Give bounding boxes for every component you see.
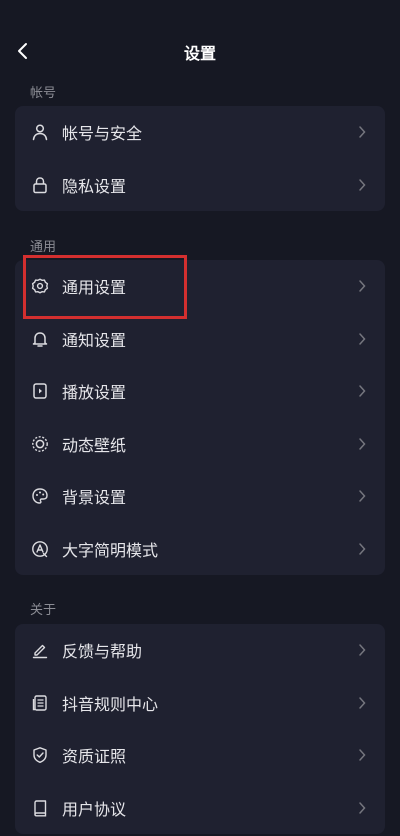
settings-item-large-text-mode[interactable]: 大字简明模式 (15, 523, 385, 576)
lock-icon (30, 175, 50, 195)
section-label-general: 通用 (30, 240, 57, 255)
live-wallpaper-icon (30, 434, 50, 454)
settings-item-live-wallpaper[interactable]: 动态壁纸 (15, 418, 385, 471)
page-title: 设置 (183, 44, 216, 63)
chevron-right-icon (357, 332, 367, 346)
settings-item-background[interactable]: 背景设置 (15, 470, 385, 523)
settings-item-label: 资质证照 (62, 747, 127, 767)
shield-check-icon (30, 745, 50, 765)
book-icon (30, 798, 50, 818)
settings-item-label: 大字简明模式 (62, 540, 159, 560)
chevron-right-icon (357, 696, 367, 710)
settings-item-privacy[interactable]: 隐私设置 (15, 159, 385, 212)
settings-item-notifications[interactable]: 通知设置 (15, 313, 385, 366)
section-label-account: 帐号 (30, 86, 57, 101)
chevron-right-icon (357, 643, 367, 657)
settings-item-label: 用户协议 (62, 799, 127, 819)
settings-item-user-agreement[interactable]: 用户协议 (15, 782, 385, 835)
settings-item-label: 隐私设置 (62, 176, 127, 196)
settings-item-account-security[interactable]: 帐号与安全 (15, 106, 385, 159)
settings-item-playback[interactable]: 播放设置 (15, 365, 385, 418)
settings-card-about: 反馈与帮助 抖音规则中心 资质证照 用户协议 (15, 624, 385, 834)
settings-item-rules-center[interactable]: 抖音规则中心 (15, 677, 385, 730)
document-icon (30, 693, 50, 713)
settings-item-qualifications[interactable]: 资质证照 (15, 729, 385, 782)
bell-icon (30, 329, 50, 349)
user-icon (30, 122, 50, 142)
chevron-right-icon (357, 437, 367, 451)
settings-item-label: 播放设置 (62, 383, 127, 403)
edit-icon (30, 640, 50, 660)
settings-item-feedback[interactable]: 反馈与帮助 (15, 624, 385, 677)
settings-item-label: 反馈与帮助 (62, 642, 143, 662)
chevron-right-icon (357, 542, 367, 556)
chevron-right-icon (357, 279, 367, 293)
chevron-right-icon (357, 748, 367, 762)
large-text-icon (30, 539, 50, 559)
chevron-right-icon (357, 125, 367, 139)
settings-item-label: 帐号与安全 (62, 124, 143, 144)
palette-icon (30, 486, 50, 506)
settings-card-account: 帐号与安全 隐私设置 (15, 106, 385, 211)
highlight-box (23, 255, 187, 319)
chevron-right-icon (357, 489, 367, 503)
section-label-about: 关于 (30, 603, 57, 618)
chevron-right-icon (357, 178, 367, 192)
settings-item-label: 通知设置 (62, 330, 127, 350)
settings-item-label: 背景设置 (62, 488, 127, 508)
play-settings-icon (30, 381, 50, 401)
top-bar: 设置 (0, 30, 400, 74)
settings-item-label: 动态壁纸 (62, 435, 127, 455)
chevron-right-icon (357, 801, 367, 815)
settings-item-label: 抖音规则中心 (62, 694, 159, 714)
chevron-right-icon (357, 384, 367, 398)
